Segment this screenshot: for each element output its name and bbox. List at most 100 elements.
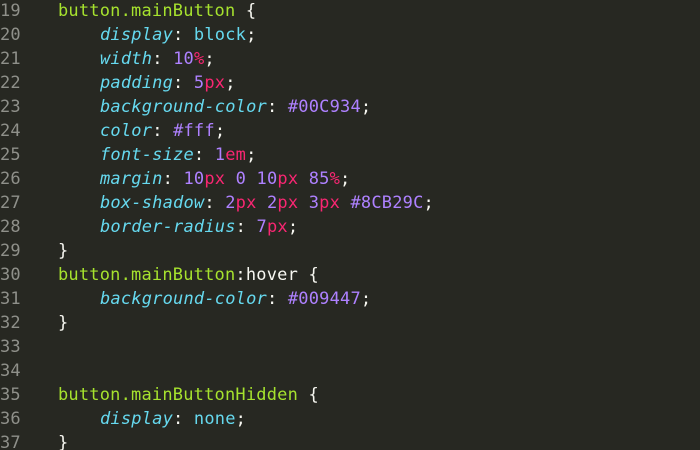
line-number: 33 [0,337,21,357]
code-token: border-radius [100,217,236,237]
code-token: : [162,169,184,189]
code-text: button.mainButtonHidden { [58,383,319,407]
code-token: block [193,25,247,45]
code-text: } [58,239,68,263]
code-token: ; [246,145,257,165]
code-token: #009447 [287,289,361,309]
code-text: color: #fff; [58,119,225,143]
code-text: button.mainButton { [58,0,256,23]
code-token: ; [423,193,434,213]
code-token: ; [204,49,215,69]
code-token: px [204,73,226,93]
code-line[interactable]: 28 border-radius: 7px; [0,215,700,239]
code-line[interactable]: 34 [0,359,700,383]
code-line[interactable]: 24 color: #fff; [0,119,700,143]
code-token: #fff [173,121,215,141]
code-token: 10 [173,49,194,69]
code-text: width: 10%; [58,47,215,71]
code-line[interactable]: 31 background-color: #009447; [0,287,700,311]
code-token: 5 [193,73,205,93]
code-line[interactable]: 27 box-shadow: 2px 2px 3px #8CB29C; [0,191,700,215]
line-number: 19 [0,1,21,21]
code-token: #8CB29C [350,193,424,213]
code-token: display [100,409,174,429]
code-line[interactable]: 35 button.mainButtonHidden { [0,383,700,407]
code-text: margin: 10px 0 10px 85%; [58,167,350,191]
code-editor[interactable]: 19 button.mainButton {20 display: block; 21… [0,0,700,450]
code-token: : [193,145,215,165]
code-token: em [225,145,247,165]
code-token: : [173,73,194,93]
line-number: 24 [0,121,21,141]
code-line[interactable]: 21 width: 10%; [0,47,700,71]
code-token: { [298,265,319,285]
code-text: padding: 5px; [58,71,236,95]
line-number: 21 [0,49,21,69]
code-text: box-shadow: 2px 2px 3px #8CB29C; [58,191,434,215]
code-token: ; [287,217,299,237]
code-line[interactable]: 25 font-size: 1em; [0,143,700,167]
code-line[interactable]: 23 background-color: #00C934; [0,95,700,119]
code-token: } [58,433,69,450]
code-token: box-shadow [100,193,205,213]
code-token: 1 [214,145,226,165]
code-line[interactable]: 29} [0,239,700,263]
code-line[interactable]: 33 [0,335,700,359]
code-line[interactable]: 32} [0,311,700,335]
code-text: background-color: #00C934; [58,95,371,119]
line-number: 26 [0,169,21,189]
code-token: px [277,169,299,189]
code-token: : [204,193,226,213]
code-token: ; [225,73,236,93]
code-token: : [266,97,288,117]
code-token: 2 [225,193,236,213]
code-line[interactable]: 30 button.mainButton:hover { [0,263,700,287]
code-token: } [58,241,69,261]
code-token: : [173,409,194,429]
code-text: background-color: #009447; [58,287,371,311]
code-token: ; [360,97,372,117]
code-token: : [152,121,174,141]
code-token: : [235,217,257,237]
code-token: : [266,289,288,309]
code-token: 2 [266,193,278,213]
code-text: font-size: 1em; [58,143,257,167]
code-line[interactable]: 20 display: block; [0,23,700,47]
line-number: 34 [0,361,21,381]
code-token: :hover [235,265,299,285]
code-text: border-radius: 7px; [58,215,298,239]
line-number: 27 [0,193,21,213]
code-token: width [100,49,153,69]
line-number: 32 [0,313,21,333]
code-token: % [193,49,205,69]
code-text: display: block; [58,23,257,47]
code-token: 10 [256,169,278,189]
line-number: 35 [0,385,21,405]
code-token: none [193,409,236,429]
code-token: #00C934 [287,97,361,117]
code-line[interactable]: 22 padding: 5px; [0,71,700,95]
code-token: % [329,169,341,189]
code-token: margin [100,169,163,189]
line-number: 28 [0,217,21,237]
code-token: font-size [100,145,194,165]
code-token: background-color [100,97,267,117]
code-line[interactable]: 19 button.mainButton { [0,0,700,23]
code-token: px [204,169,226,189]
code-line[interactable]: 36 display: none; [0,407,700,431]
code-text: } [58,311,68,335]
code-token: : [152,49,174,69]
code-token: button [58,265,121,285]
code-line[interactable]: 26 margin: 10px 0 10px 85%; [0,167,700,191]
code-token: px [319,193,341,213]
code-token: { [235,1,257,21]
code-token: color [100,121,153,141]
code-line[interactable]: 37} [0,431,700,450]
code-token: .mainButton [120,265,236,285]
